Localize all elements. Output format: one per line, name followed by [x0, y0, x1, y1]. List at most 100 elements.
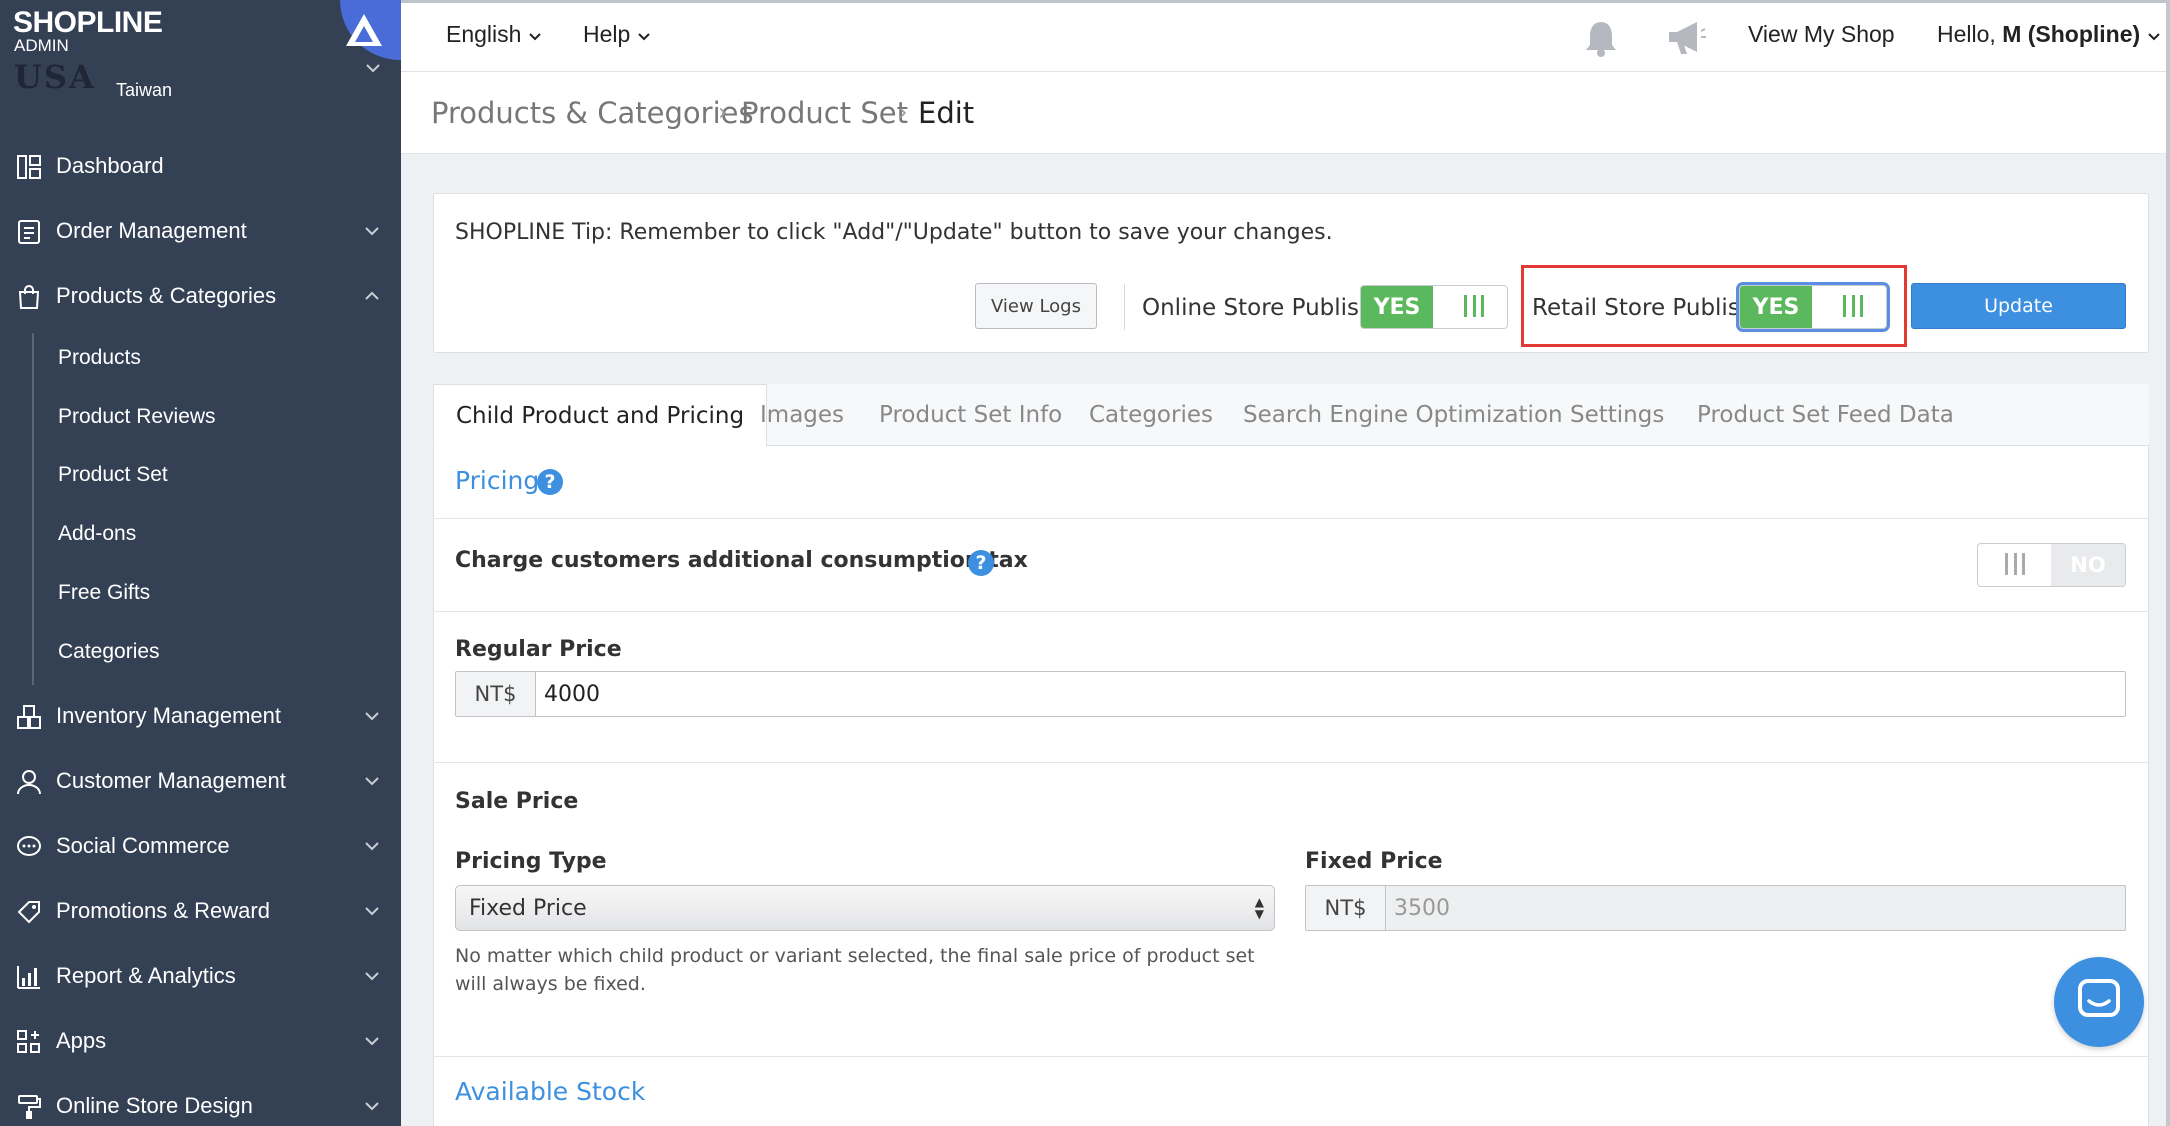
shop-switcher[interactable]: USA Taiwan	[0, 58, 401, 106]
pricing-type-label: Pricing Type	[455, 849, 607, 874]
sidebar-item-label: Promotions & Reward	[56, 898, 270, 923]
sidebar-subitem-product-set[interactable]: Product Set	[58, 463, 168, 487]
available-stock-section-title[interactable]: Available Stock	[455, 1077, 645, 1106]
sidebar-item-promotions-reward[interactable]: Promotions & Reward	[0, 883, 401, 939]
user-icon	[17, 770, 41, 795]
sidebar-item-social-commerce[interactable]: Social Commerce	[0, 818, 401, 874]
help-icon[interactable]: ?	[968, 550, 994, 576]
sidebar: SHOPLINE ADMIN USA Taiwan Dashboard Orde…	[0, 0, 401, 1126]
live-chat-button[interactable]	[2054, 957, 2144, 1047]
toggle-yes: YES	[1740, 286, 1812, 328]
currency-addon: NT$	[456, 672, 536, 716]
toggle-grip-icon	[1843, 295, 1863, 319]
sidebar-subitem-categories[interactable]: Categories	[58, 640, 160, 664]
chevron-up-icon	[365, 291, 379, 300]
sidebar-subitem-products[interactable]: Products	[58, 346, 141, 370]
sidebar-item-apps[interactable]: Apps	[0, 1013, 401, 1069]
breadcrumb-edit: Edit	[918, 96, 975, 130]
window-edge	[2166, 0, 2170, 1126]
brand-badge	[340, 0, 401, 60]
pricing-section-title[interactable]: Pricing	[455, 466, 539, 495]
chevron-down-icon	[365, 777, 379, 786]
sidebar-subitem-product-reviews[interactable]: Product Reviews	[58, 405, 216, 429]
consumption-tax-toggle[interactable]: NO	[1977, 543, 2126, 587]
sidebar-item-dashboard[interactable]: Dashboard	[0, 138, 401, 194]
sidebar-item-report-analytics[interactable]: Report & Analytics	[0, 948, 401, 1004]
currency-addon: NT$	[1306, 886, 1386, 930]
sidebar-item-online-store-design[interactable]: Online Store Design	[0, 1078, 401, 1126]
retail-store-publish-toggle[interactable]: YES	[1739, 285, 1887, 329]
chat-icon	[2078, 979, 2120, 1017]
bell-icon[interactable]	[1583, 19, 1619, 57]
help-label: Help	[583, 21, 631, 47]
chevron-down-icon	[365, 972, 379, 981]
breadcrumb: Products & Categories › Product Set › Ed…	[401, 72, 2170, 154]
shopping-bag-icon	[18, 285, 40, 309]
update-button[interactable]: Update	[1911, 283, 2126, 329]
order-list-icon	[18, 220, 40, 244]
tab-settings[interactable]: Settings	[1570, 384, 1664, 446]
regular-price-label: Regular Price	[455, 637, 622, 662]
sidebar-item-customer-management[interactable]: Customer Management	[0, 753, 401, 809]
online-store-publish-toggle[interactable]: YES	[1360, 285, 1508, 329]
tip-text: SHOPLINE Tip: Remember to click "Add"/"U…	[455, 220, 1333, 245]
user-menu[interactable]: Hello, M (Shopline)	[1937, 21, 2161, 48]
sidebar-item-inventory-management[interactable]: Inventory Management	[0, 688, 401, 744]
language-dropdown[interactable]: English	[446, 21, 542, 48]
view-my-shop-link[interactable]: View My Shop	[1748, 21, 1895, 48]
chevron-down-icon	[637, 33, 650, 41]
sidebar-item-label: Report & Analytics	[56, 963, 236, 988]
sidebar-item-label: Customer Management	[56, 768, 286, 793]
toggle-no: NO	[2051, 544, 2125, 586]
brand-logo[interactable]: SHOPLINE	[13, 6, 163, 40]
online-store-publish-label: Online Store Publish	[1142, 295, 1374, 321]
sidebar-subitem-free-gifts[interactable]: Free Gifts	[58, 581, 150, 605]
chevron-down-icon	[365, 712, 379, 721]
chevron-down-icon	[365, 907, 379, 916]
shop-region: Taiwan	[116, 80, 173, 100]
select-arrows-icon: ▲ ▼	[1254, 895, 1264, 921]
sidebar-subitem-add-ons[interactable]: Add-ons	[58, 522, 136, 546]
chat-bubble-icon	[17, 836, 41, 856]
greeting-label: Hello,	[1937, 21, 1996, 47]
divider	[1124, 284, 1125, 330]
apps-grid-icon	[17, 1030, 40, 1053]
tab-product-set-info[interactable]: Product Set Info	[879, 384, 1062, 446]
breadcrumb-products-categories[interactable]: Products & Categories	[431, 96, 754, 130]
chevron-down-icon	[529, 33, 541, 41]
sidebar-item-products-categories[interactable]: Products & Categories	[0, 268, 401, 324]
tab-child-product-and-pricing[interactable]: Child Product and Pricing	[433, 384, 768, 447]
pricing-type-select[interactable]: Fixed Price ▲ ▼	[455, 885, 1275, 931]
chevron-down-icon	[365, 227, 379, 236]
sidebar-item-label: Inventory Management	[56, 703, 282, 728]
help-dropdown[interactable]: Help	[583, 21, 651, 48]
breadcrumb-product-set[interactable]: Product Set	[741, 96, 908, 130]
toggle-yes: YES	[1361, 286, 1433, 328]
help-icon[interactable]: ?	[537, 469, 563, 495]
sidebar-item-order-management[interactable]: Order Management	[0, 203, 401, 259]
divider	[433, 518, 2149, 519]
tab-images[interactable]: Images	[760, 384, 844, 446]
consumption-tax-label: Charge customers additional consumption …	[455, 548, 1028, 573]
main-panel	[433, 384, 2149, 1126]
sidebar-item-label: Apps	[56, 1028, 107, 1053]
retail-store-publish-label: Retail Store Publish	[1532, 295, 1755, 321]
tab-categories[interactable]: Categories	[1089, 384, 1213, 446]
view-logs-button[interactable]: View Logs	[975, 283, 1097, 329]
submenu-line	[32, 333, 34, 685]
sidebar-item-label: Dashboard	[56, 153, 164, 178]
pricing-type-help: No matter which child product or variant…	[455, 945, 1255, 995]
inventory-boxes-icon	[17, 705, 41, 729]
triangle-logo-icon	[346, 14, 382, 46]
brand: SHOPLINE ADMIN	[0, 0, 401, 60]
fixed-price-input[interactable]: NT$ 3500	[1305, 885, 2126, 931]
chevron-down-icon	[365, 1102, 379, 1111]
sidebar-item-label: Online Store Design	[56, 1093, 253, 1118]
megaphone-icon[interactable]	[1665, 19, 1707, 57]
shop-logo: USA	[14, 58, 96, 96]
tab-seo[interactable]: Search Engine Optimization	[1243, 384, 1563, 446]
sale-price-label: Sale Price	[455, 789, 579, 814]
regular-price-input[interactable]: NT$ 4000	[455, 671, 2126, 717]
divider	[433, 611, 2149, 612]
tab-product-set-feed-data[interactable]: Product Set Feed Data	[1697, 384, 1954, 446]
